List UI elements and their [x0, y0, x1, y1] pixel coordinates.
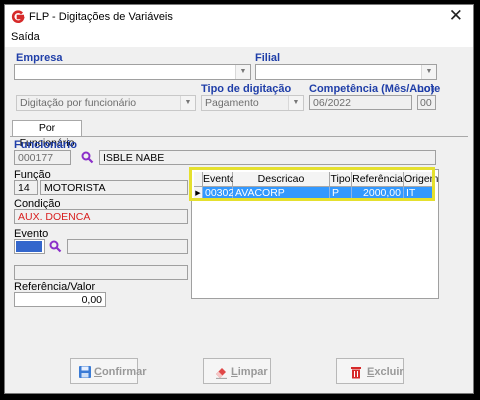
referencia-value: 0,00 — [81, 294, 102, 306]
funcionario-code-field[interactable]: 000177 — [14, 150, 71, 165]
competencia-value: 06/2022 — [313, 97, 351, 109]
tab-por-funcionario[interactable]: Por Funcionário — [12, 120, 82, 149]
digitacao-select[interactable]: Digitação por funcionário ▼ — [16, 95, 196, 111]
chevron-down-icon: ▼ — [235, 65, 250, 79]
confirmar-accel: C — [94, 366, 102, 378]
confirmar-button[interactable]: Confirmar — [70, 358, 147, 384]
funcao-code: 14 — [18, 182, 30, 194]
eraser-icon — [216, 368, 227, 379]
cell-origem: IT — [404, 187, 434, 201]
tipo-digitacao-value: Pagamento — [205, 97, 259, 109]
limpar-button[interactable]: Limpar — [203, 358, 271, 384]
grid-header-descricao[interactable]: Descricao — [233, 172, 330, 187]
digitacao-value: Digitação por funcionário — [20, 97, 137, 109]
menu-saida[interactable]: Saída — [11, 31, 40, 43]
tipo-digitacao-select[interactable]: Pagamento ▼ — [201, 95, 304, 111]
cell-descricao: AVACORP — [233, 187, 330, 201]
filial-label: Filial — [255, 52, 281, 64]
row-indicator-icon: ▶ — [194, 187, 203, 201]
evento-input[interactable] — [14, 239, 45, 254]
save-icon — [79, 366, 91, 378]
events-grid: Evento Descricao Tipo Referência Origem … — [191, 169, 439, 299]
excluir-button[interactable]: Excluir — [336, 358, 404, 384]
grid-header-tipo[interactable]: Tipo — [330, 172, 352, 187]
competencia-label: Competência (Mês/Ano) — [309, 83, 435, 95]
app-logo-icon — [11, 10, 25, 23]
title-bar: FLP - Digitações de Variáveis ✕ — [5, 5, 473, 29]
funcionario-name: ISBLE NABE — [103, 152, 165, 164]
cell-tipo: P — [330, 187, 352, 201]
funcao-name-field: MOTORISTA — [40, 180, 188, 195]
evento-selection — [16, 241, 42, 252]
app-window: FLP - Digitações de Variáveis ✕ Saída Em… — [4, 4, 474, 394]
funcionario-name-field: ISBLE NABE — [99, 150, 436, 165]
lote-field[interactable]: 00 — [417, 95, 436, 110]
funcionario-code: 000177 — [18, 152, 54, 164]
empresa-select[interactable]: ▼ — [14, 64, 251, 80]
confirmar-label: onfirmar — [101, 366, 147, 378]
funcao-name: MOTORISTA — [44, 182, 106, 194]
search-icon[interactable] — [81, 151, 94, 164]
filial-select[interactable]: ▼ — [255, 64, 437, 80]
referencia-input[interactable]: 0,00 — [14, 292, 106, 307]
empresa-label: Empresa — [16, 52, 63, 64]
menu-bar: Saída — [5, 29, 473, 47]
cell-referencia: 2000,00 — [352, 187, 404, 201]
limpar-label: impar — [237, 366, 268, 378]
tipo-digitacao-label: Tipo de digitação — [201, 83, 292, 95]
chevron-down-icon: ▼ — [180, 96, 195, 110]
grid-header-origem[interactable]: Origem — [404, 172, 438, 187]
limpar-accel: L — [231, 366, 238, 378]
evento-extra-field — [14, 265, 188, 280]
evento-name-field — [67, 239, 188, 254]
close-icon[interactable]: ✕ — [449, 7, 463, 25]
cell-evento: 00302 — [203, 187, 235, 201]
grid-indicator-header — [194, 172, 203, 187]
search-icon[interactable] — [49, 240, 62, 253]
window-title: FLP - Digitações de Variáveis — [29, 11, 173, 23]
funcao-code-field: 14 — [14, 180, 38, 195]
condicao-value: AUX. DOENCA — [18, 211, 91, 223]
condicao-field: AUX. DOENCA — [14, 209, 188, 224]
excluir-label: xcluir — [374, 366, 404, 378]
grid-header-referencia[interactable]: Referência — [352, 172, 404, 187]
trash-icon — [351, 367, 361, 379]
chevron-down-icon: ▼ — [288, 96, 303, 110]
competencia-field[interactable]: 06/2022 — [309, 95, 412, 110]
lote-value: 00 — [420, 97, 432, 109]
grid-header-evento[interactable]: Evento — [203, 172, 236, 187]
lote-label: Lote — [417, 83, 441, 95]
chevron-down-icon: ▼ — [421, 65, 436, 79]
